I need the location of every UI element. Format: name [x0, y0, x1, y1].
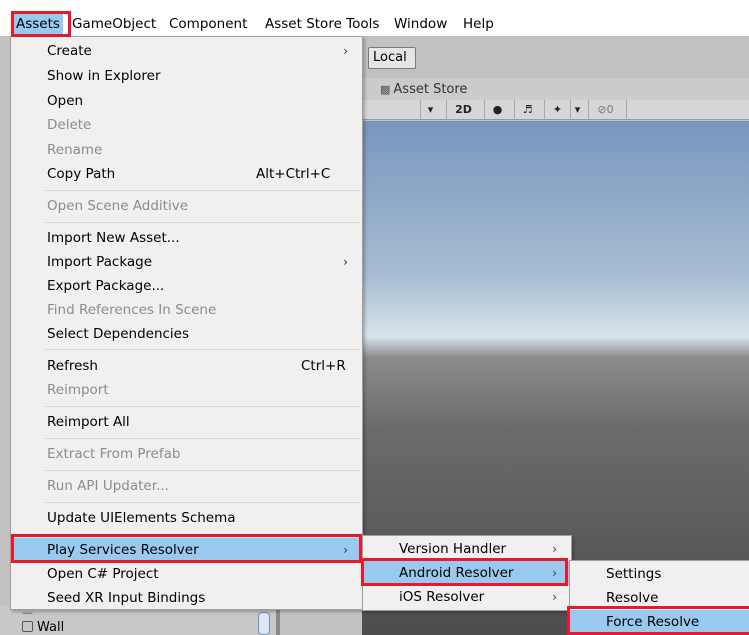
local-button[interactable]: Local [368, 47, 416, 69]
audio-toggle-icon[interactable]: ♬ [514, 100, 540, 120]
hierarchy-scrollbar[interactable] [258, 612, 270, 635]
menu-item-label: Delete [47, 117, 92, 133]
menu-separator [45, 502, 360, 503]
menu-assets[interactable]: Assets [13, 13, 63, 35]
menu-item-seed-xr-input-bindings[interactable]: Seed XR Input Bindings [11, 586, 362, 610]
menu-help[interactable]: Help [460, 13, 497, 35]
menu-item-label: Force Resolve [606, 614, 700, 630]
menu-item-rename: Rename [11, 138, 362, 162]
menu-item-export-package[interactable]: Export Package... [11, 274, 362, 298]
menu-item-android-resolver[interactable]: Android Resolver › [363, 561, 571, 585]
menu-item-label: Refresh [47, 358, 98, 374]
resolver-submenu: Version Handler › Android Resolver › iOS R… [362, 535, 572, 611]
menu-item-label: Run API Updater... [47, 478, 169, 494]
menu-item-open-csharp-project[interactable]: Open C# Project [11, 562, 362, 586]
menu-item-open[interactable]: Open [11, 89, 362, 113]
menu-separator [45, 438, 360, 439]
menu-item-label: Import Package [47, 254, 153, 270]
menu-separator [45, 406, 360, 407]
menu-item-label: Create [47, 43, 92, 59]
tab-asset-store-label: Asset Store [393, 82, 468, 97]
menu-item-label: Settings [606, 566, 662, 582]
menu-separator [45, 349, 360, 350]
menu-separator [45, 534, 360, 535]
asset-store-icon: ▩ [380, 83, 391, 96]
menu-item-label: Reimport All [47, 414, 130, 430]
menubar: Assets GameObject Component Asset Store … [0, 0, 749, 36]
menu-item-import-package[interactable]: Import Package › [11, 250, 362, 274]
menu-item-label: Find References In Scene [47, 302, 217, 318]
menu-item-label: Show in Explorer [47, 68, 161, 84]
menu-item-label: Open C# Project [47, 566, 159, 582]
menu-item-extract-from-prefab: Extract From Prefab [11, 442, 362, 466]
menu-item-label: Import New Asset... [47, 230, 180, 246]
menu-item-label: Export Package... [47, 278, 165, 294]
toolbar-filler [626, 100, 749, 120]
menu-item-find-references: Find References In Scene [11, 298, 362, 322]
menu-item-shortcut: Ctrl+R [301, 358, 346, 374]
menu-item-label: Android Resolver [399, 565, 514, 581]
menu-item-label: Reimport [47, 382, 109, 398]
menu-separator [45, 190, 360, 191]
menu-item-play-services-resolver[interactable]: Play Services Resolver › [11, 538, 362, 562]
gameobject-icon [22, 621, 33, 632]
menu-item-update-uielements-schema[interactable]: Update UIElements Schema [11, 506, 362, 530]
menu-separator [45, 222, 360, 223]
menu-item-label: Copy Path [47, 166, 116, 182]
menu-separator [45, 470, 360, 471]
menu-item-reimport: Reimport [11, 378, 362, 402]
menu-item-select-dependencies[interactable]: Select Dependencies [11, 322, 362, 346]
android-resolver-submenu: Settings Resolve Force Resolve [569, 560, 749, 635]
assets-menu: Create › Show in Explorer Open Delete Ren… [10, 36, 363, 610]
menu-item-label: Extract From Prefab [47, 446, 181, 462]
menu-item-import-new-asset[interactable]: Import New Asset... [11, 226, 362, 250]
menu-item-force-resolve[interactable]: Force Resolve [570, 610, 749, 634]
chevron-right-icon: › [552, 566, 557, 580]
chevron-right-icon: › [343, 543, 348, 557]
menu-gameobject[interactable]: GameObject [69, 13, 159, 35]
menu-item-copy-path[interactable]: Copy Path Alt+Ctrl+C [11, 162, 362, 186]
menu-item-refresh[interactable]: Refresh Ctrl+R [11, 354, 362, 378]
menu-item-reimport-all[interactable]: Reimport All [11, 410, 362, 434]
menu-item-label: Rename [47, 142, 103, 158]
menu-item-version-handler[interactable]: Version Handler › [363, 537, 571, 561]
hidden-eye-icon: ⊘ [597, 103, 607, 116]
effects-toggle-icon[interactable]: ✦ [544, 100, 570, 120]
menu-item-show-in-explorer[interactable]: Show in Explorer [11, 64, 362, 88]
chevron-right-icon: › [552, 590, 557, 604]
menu-item-settings[interactable]: Settings [570, 562, 749, 586]
effects-dropdown-icon[interactable]: ▾ [570, 100, 584, 120]
menu-item-shortcut: Alt+Ctrl+C [256, 166, 331, 182]
menu-item-run-api-updater: Run API Updater... [11, 474, 362, 498]
menu-item-label: Select Dependencies [47, 326, 190, 342]
chevron-right-icon: › [552, 542, 557, 556]
menu-item-label: Update UIElements Schema [47, 510, 236, 526]
hierarchy-item-label: Wall [37, 620, 65, 635]
toggle-2d-button[interactable]: 2D [446, 100, 480, 120]
menu-window[interactable]: Window [391, 13, 450, 35]
hierarchy-item-wall[interactable]: Wall [22, 620, 64, 635]
menu-item-label: Seed XR Input Bindings [47, 590, 206, 606]
chevron-right-icon: › [343, 255, 348, 269]
menu-item-open-scene-additive: Open Scene Additive [11, 194, 362, 218]
menu-item-label: Open Scene Additive [47, 198, 189, 214]
tab-asset-store[interactable]: ▩ Asset Store [380, 80, 467, 100]
menu-component[interactable]: Component [166, 13, 250, 35]
hidden-count: 0 [606, 103, 614, 116]
menu-item-create[interactable]: Create › [11, 39, 362, 63]
chevron-right-icon: › [343, 44, 348, 58]
menu-item-label: Open [47, 93, 84, 109]
menu-item-label: Version Handler [399, 541, 507, 557]
menu-asset-store-tools[interactable]: Asset Store Tools [262, 13, 382, 35]
lighting-toggle-icon[interactable]: ● [484, 100, 510, 120]
scene-toolbar: ▾ 2D ● ♬ ✦ ▾ ⊘0 [362, 100, 749, 120]
menu-item-label: Play Services Resolver [47, 542, 199, 558]
menu-item-delete: Delete [11, 113, 362, 137]
menu-item-label: iOS Resolver [399, 589, 485, 605]
menu-item-label: Resolve [606, 590, 659, 606]
shading-dropdown-icon[interactable]: ▾ [420, 100, 440, 120]
hidden-objects-toggle[interactable]: ⊘0 [588, 100, 622, 120]
menu-item-ios-resolver[interactable]: iOS Resolver › [363, 585, 571, 609]
menu-item-resolve[interactable]: Resolve [570, 586, 749, 610]
